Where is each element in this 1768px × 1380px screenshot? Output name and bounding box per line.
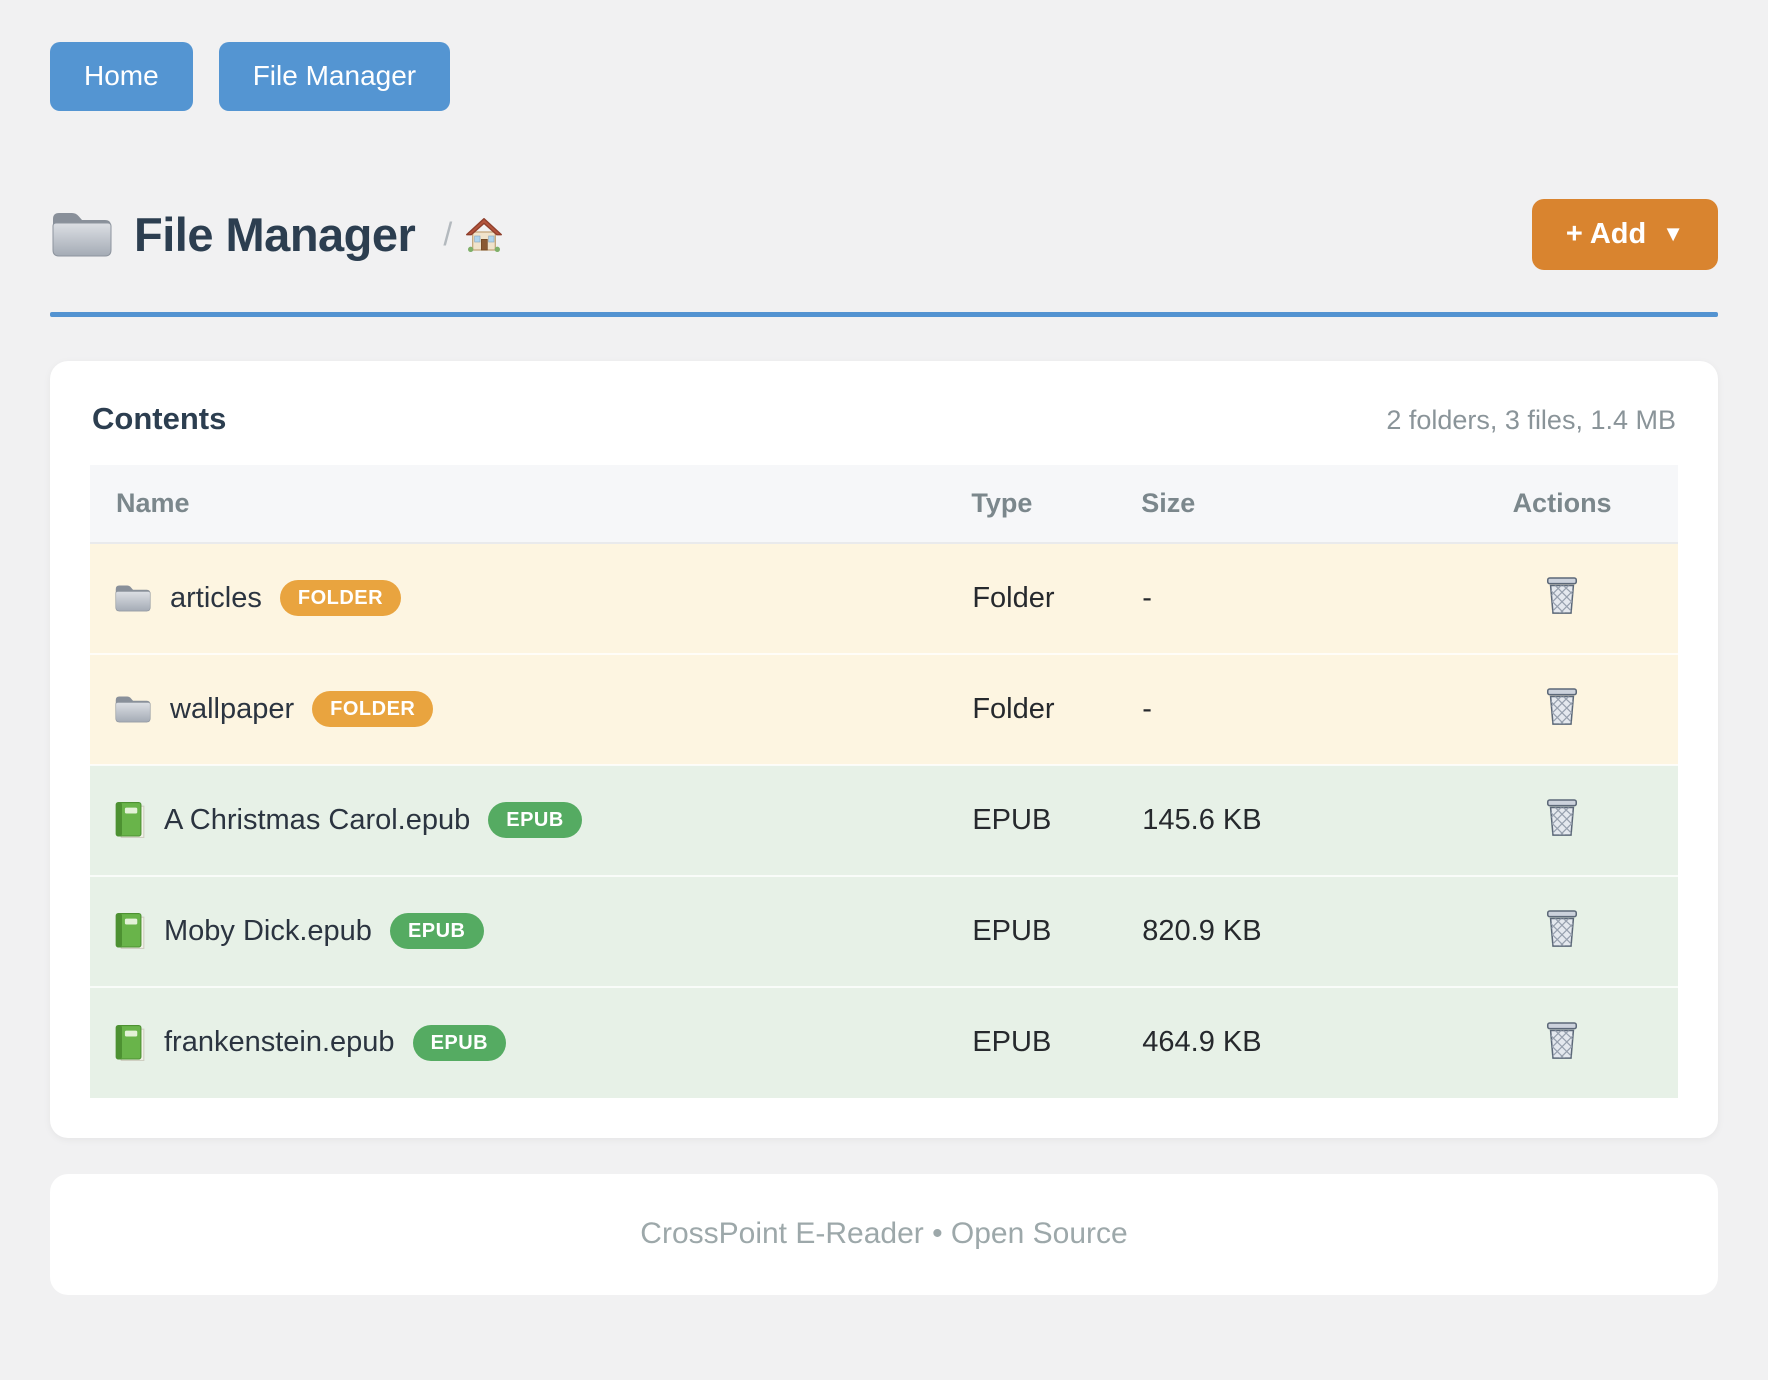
top-nav: Home File Manager xyxy=(50,42,1718,111)
page-header: File Manager / + Add ▼ xyxy=(50,199,1718,270)
file-name[interactable]: articles xyxy=(170,582,262,615)
header-divider xyxy=(50,312,1718,317)
folder-badge: FOLDER xyxy=(312,691,433,727)
delete-button[interactable] xyxy=(1537,571,1587,621)
type-cell: EPUB xyxy=(971,987,1141,1098)
epub-badge: EPUB xyxy=(390,913,484,949)
trash-icon xyxy=(1543,575,1581,617)
nav-button-home[interactable]: Home xyxy=(50,42,193,111)
size-cell: - xyxy=(1141,543,1446,654)
table-header-row: Name Type Size Actions xyxy=(90,465,1678,543)
column-header-actions: Actions xyxy=(1446,465,1678,543)
table-row: frankenstein.epub EPUB EPUB 464.9 KB xyxy=(90,987,1678,1098)
epub-badge: EPUB xyxy=(488,802,582,838)
breadcrumb: / xyxy=(443,214,504,254)
column-header-type: Type xyxy=(971,465,1141,543)
file-table: Name Type Size Actions articles FOLDER xyxy=(90,465,1678,1098)
type-cell: EPUB xyxy=(971,765,1141,876)
trash-icon xyxy=(1543,1020,1581,1062)
green-book-icon xyxy=(114,801,146,839)
folder-badge: FOLDER xyxy=(280,580,401,616)
trash-icon xyxy=(1543,686,1581,728)
footer-text: CrossPoint E-Reader • Open Source xyxy=(640,1217,1127,1251)
folder-icon xyxy=(50,207,114,261)
file-name[interactable]: frankenstein.epub xyxy=(164,1026,395,1059)
green-book-icon xyxy=(114,912,146,950)
actions-cell xyxy=(1446,876,1678,987)
epub-badge: EPUB xyxy=(413,1025,507,1061)
actions-cell xyxy=(1446,765,1678,876)
name-cell: wallpaper FOLDER xyxy=(90,654,971,765)
table-row: A Christmas Carol.epub EPUB EPUB 145.6 K… xyxy=(90,765,1678,876)
green-book-icon xyxy=(114,1024,146,1062)
name-cell: articles FOLDER xyxy=(90,543,971,654)
size-cell: 145.6 KB xyxy=(1141,765,1446,876)
name-cell: A Christmas Carol.epub EPUB xyxy=(90,765,971,876)
column-header-size: Size xyxy=(1141,465,1446,543)
size-cell: 464.9 KB xyxy=(1141,987,1446,1098)
actions-cell xyxy=(1446,987,1678,1098)
contents-heading: Contents xyxy=(92,401,226,437)
size-cell: 820.9 KB xyxy=(1141,876,1446,987)
table-row: wallpaper FOLDER Folder - xyxy=(90,654,1678,765)
name-cell: frankenstein.epub EPUB xyxy=(90,987,971,1098)
delete-button[interactable] xyxy=(1537,793,1587,843)
column-header-name: Name xyxy=(90,465,971,543)
breadcrumb-separator: / xyxy=(443,216,452,253)
delete-button[interactable] xyxy=(1537,682,1587,732)
title-group: File Manager / xyxy=(50,207,504,262)
actions-cell xyxy=(1446,543,1678,654)
house-icon[interactable] xyxy=(464,214,504,254)
actions-cell xyxy=(1446,654,1678,765)
size-cell: - xyxy=(1141,654,1446,765)
contents-card: Contents 2 folders, 3 files, 1.4 MB Name… xyxy=(50,361,1718,1138)
add-button[interactable]: + Add ▼ xyxy=(1532,199,1718,270)
file-name[interactable]: wallpaper xyxy=(170,693,294,726)
folder-icon xyxy=(114,692,152,726)
chevron-down-icon: ▼ xyxy=(1662,223,1684,245)
contents-card-header: Contents 2 folders, 3 files, 1.4 MB xyxy=(90,401,1678,437)
trash-icon xyxy=(1543,908,1581,950)
add-button-label: + Add xyxy=(1566,220,1646,249)
type-cell: Folder xyxy=(971,543,1141,654)
file-manager-page: Home File Manager File Manager / + Add ▼… xyxy=(0,0,1768,1380)
type-cell: Folder xyxy=(971,654,1141,765)
name-cell: Moby Dick.epub EPUB xyxy=(90,876,971,987)
file-name[interactable]: A Christmas Carol.epub xyxy=(164,804,470,837)
nav-button-file-manager[interactable]: File Manager xyxy=(219,42,450,111)
table-row: Moby Dick.epub EPUB EPUB 820.9 KB xyxy=(90,876,1678,987)
folder-icon xyxy=(114,581,152,615)
type-cell: EPUB xyxy=(971,876,1141,987)
trash-icon xyxy=(1543,797,1581,839)
delete-button[interactable] xyxy=(1537,1016,1587,1066)
contents-summary: 2 folders, 3 files, 1.4 MB xyxy=(1386,405,1676,436)
table-row: articles FOLDER Folder - xyxy=(90,543,1678,654)
delete-button[interactable] xyxy=(1537,904,1587,954)
footer: CrossPoint E-Reader • Open Source xyxy=(50,1174,1718,1295)
file-name[interactable]: Moby Dick.epub xyxy=(164,915,372,948)
page-title: File Manager xyxy=(134,207,415,262)
